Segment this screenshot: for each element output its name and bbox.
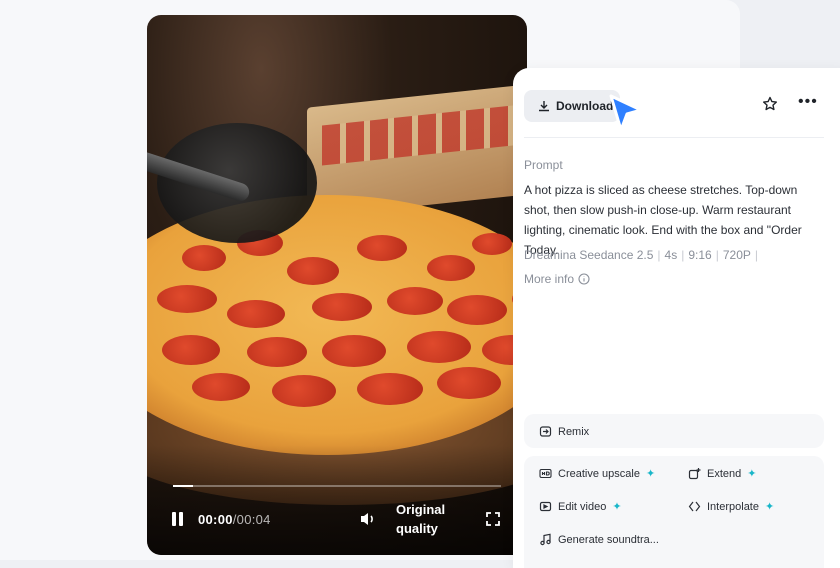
meta-ratio: 9:16	[688, 248, 712, 262]
remix-icon	[539, 426, 552, 437]
generation-meta: Dreamina Seedance 2.5 | 4s | 9:16 | 720P |	[524, 248, 758, 262]
creative-upscale-label: Creative upscale	[558, 467, 640, 480]
sparkle-icon: ✦	[612, 501, 622, 513]
download-icon	[539, 101, 549, 112]
music-note-icon	[540, 533, 551, 546]
pause-icon[interactable]	[171, 512, 187, 528]
meta-model: Dreamina Seedance 2.5	[524, 248, 654, 262]
remix-button[interactable]: Remix	[524, 414, 824, 448]
edit-video-button[interactable]: Edit video ✦	[539, 500, 622, 513]
more-info-link[interactable]: More info	[524, 272, 590, 286]
extend-button[interactable]: Extend ✦	[688, 467, 756, 480]
extend-icon	[688, 468, 701, 480]
meta-resolution: 720P	[722, 248, 751, 262]
generate-soundtrack-label: Generate soundtra...	[558, 533, 659, 546]
cursor-pointer-icon	[605, 92, 647, 141]
hd-icon	[539, 468, 552, 479]
remix-label: Remix	[558, 425, 590, 438]
favorite-star-icon[interactable]	[762, 96, 778, 117]
video-actions: Creative upscale ✦ Extend ✦ Edit video ✦…	[524, 456, 824, 568]
video-controls: 00:00/00:04 Original quality	[171, 502, 511, 537]
interpolate-icon	[688, 501, 701, 512]
info-icon	[578, 273, 590, 285]
generate-soundtrack-button[interactable]: Generate soundtra...	[539, 533, 659, 546]
creative-upscale-button[interactable]: Creative upscale ✦	[539, 467, 655, 480]
sparkle-icon: ✦	[764, 501, 775, 513]
sparkle-icon: ✦	[747, 468, 757, 480]
interpolate-button[interactable]: Interpolate ✦	[688, 500, 774, 513]
sparkle-icon: ✦	[645, 468, 656, 480]
volume-icon[interactable]	[359, 510, 377, 533]
prompt-label: Prompt	[524, 158, 563, 172]
edit-video-icon	[539, 501, 552, 512]
video-progress-fill	[173, 485, 193, 487]
time-current: 00:00	[198, 512, 233, 527]
details-panel: Download ••• Prompt A hot pizza is slice…	[513, 68, 840, 568]
time-total: 00:04	[236, 512, 271, 527]
interpolate-label: Interpolate	[707, 500, 759, 513]
divider	[524, 137, 824, 138]
meta-duration: 4s	[664, 248, 678, 262]
video-progress-bar[interactable]	[173, 485, 501, 487]
quality-line-1: Original	[396, 502, 446, 517]
video-player[interactable]: 00:00/00:04 Original quality	[147, 15, 527, 555]
more-info-label: More info	[524, 272, 575, 286]
quality-line-2: quality	[396, 521, 438, 536]
fullscreen-icon[interactable]	[485, 511, 501, 532]
video-time: 00:00/00:04	[198, 512, 271, 527]
edit-video-label: Edit video	[558, 500, 607, 513]
controls-gradient	[147, 445, 527, 555]
quality-button[interactable]: Original quality	[396, 500, 466, 538]
more-options-icon[interactable]: •••	[798, 94, 818, 110]
extend-label: Extend	[707, 467, 742, 480]
